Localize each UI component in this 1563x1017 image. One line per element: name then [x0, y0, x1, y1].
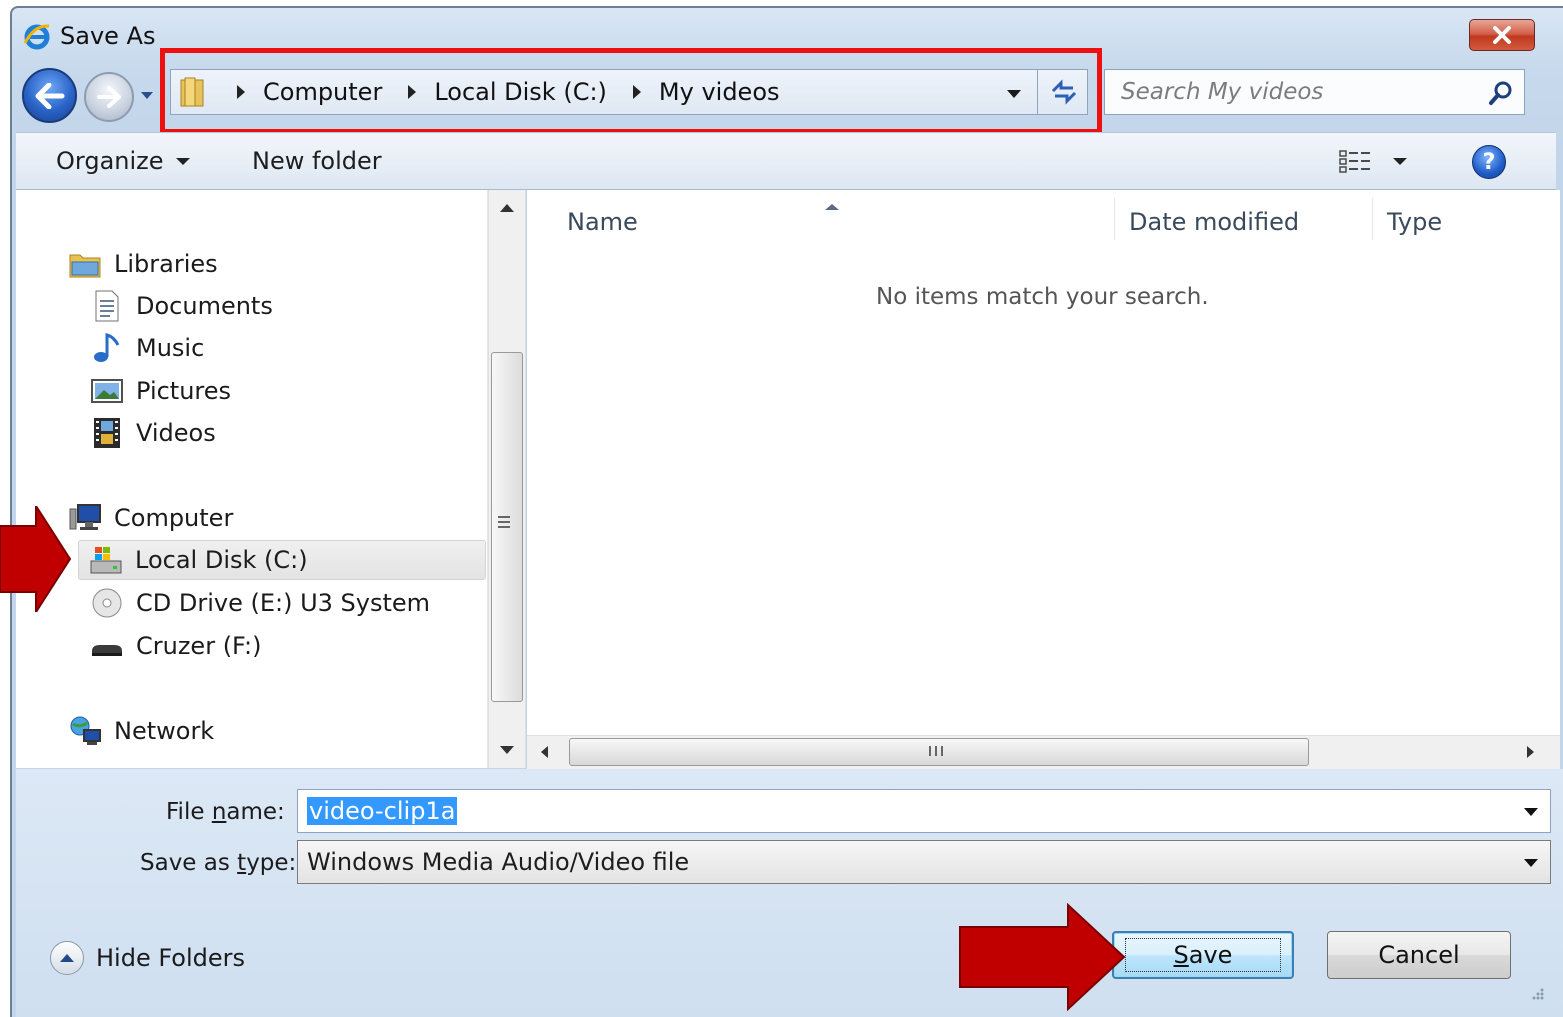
tree-label-local-disk: Local Disk (C:)	[135, 546, 308, 574]
column-header-date-modified[interactable]: Date modified	[1129, 208, 1299, 236]
cd-drive-icon	[92, 588, 122, 618]
save-type-label: Save as type:	[140, 850, 297, 876]
column-divider[interactable]	[1114, 198, 1115, 240]
refresh-button[interactable]	[1037, 70, 1089, 114]
computer-icon	[69, 504, 101, 530]
tree-label-cd-drive: CD Drive (E:) U3 System	[136, 589, 431, 617]
tree-item-cruzer[interactable]: Cruzer (F:)	[90, 626, 261, 666]
tree-item-music[interactable]: Music	[90, 328, 204, 368]
column-header-type[interactable]: Type	[1387, 208, 1442, 236]
tree-item-videos[interactable]: Videos	[90, 413, 216, 453]
tree-item-cd-drive[interactable]: CD Drive (E:) U3 System	[90, 583, 430, 623]
recent-pages-dropdown[interactable]	[141, 92, 153, 99]
file-name-label: File name:	[166, 799, 285, 825]
cancel-button[interactable]: Cancel	[1327, 931, 1511, 979]
internet-explorer-icon	[23, 24, 50, 50]
collapse-arrow-icon	[50, 941, 84, 975]
breadcrumb-separator[interactable]	[632, 85, 641, 99]
tree-label-pictures: Pictures	[136, 377, 232, 405]
search-icon[interactable]	[1488, 80, 1514, 106]
help-icon[interactable]: ?	[1472, 145, 1506, 179]
column-divider[interactable]	[1372, 198, 1373, 240]
film-strip-icon	[94, 418, 120, 448]
column-header-name[interactable]: Name	[567, 208, 638, 236]
chevron-down-icon	[175, 157, 190, 165]
scrollbar-grip	[498, 516, 510, 528]
save-type-value: Windows Media Audio/Video file	[307, 848, 690, 876]
forward-button[interactable]	[84, 72, 134, 122]
address-dropdown[interactable]	[1007, 90, 1021, 98]
search-placeholder: Search My videos	[1121, 79, 1324, 105]
network-icon	[70, 716, 101, 745]
tree-item-documents[interactable]: Documents	[90, 286, 273, 326]
pictures-icon	[91, 379, 123, 403]
hard-drive-icon	[90, 547, 122, 574]
sort-ascending-icon	[825, 204, 839, 210]
usb-drive-icon	[92, 645, 122, 656]
tree-label-computer: Computer	[114, 504, 234, 532]
tree-label-cruzer: Cruzer (F:)	[136, 632, 262, 660]
chevron-down-icon[interactable]	[1524, 859, 1538, 867]
organize-label: Organize	[56, 147, 164, 175]
address-bar[interactable]: Computer Local Disk (C:) My videos	[170, 69, 1088, 115]
file-name-field[interactable]: video-clip1a	[297, 789, 1551, 833]
save-button-label: Save	[1124, 938, 1282, 972]
organize-button[interactable]: Organize	[56, 147, 190, 175]
resize-grip[interactable]	[1526, 986, 1546, 1006]
tree-item-libraries[interactable]: Libraries	[68, 244, 218, 284]
breadcrumb-separator[interactable]	[237, 85, 245, 99]
back-button[interactable]	[22, 68, 77, 123]
breadcrumb-computer[interactable]: Computer	[263, 78, 382, 106]
command-toolbar: Organize New folder ?	[16, 132, 1556, 190]
empty-folder-message: No items match your search.	[876, 284, 1209, 310]
views-dropdown[interactable]	[1393, 158, 1407, 165]
tree-label-libraries: Libraries	[114, 250, 218, 278]
tree-item-computer[interactable]: Computer	[68, 498, 233, 538]
tree-item-local-disk[interactable]: Local Disk (C:)	[78, 540, 486, 580]
tree-label-videos: Videos	[136, 419, 216, 447]
libraries-icon	[69, 254, 101, 278]
tree-label-music: Music	[136, 334, 205, 362]
refresh-icon	[1051, 79, 1076, 105]
tree-label-network: Network	[114, 717, 215, 745]
breadcrumb-local-disk[interactable]: Local Disk (C:)	[434, 78, 607, 106]
scroll-up-arrow[interactable]	[500, 204, 514, 212]
breadcrumb-separator[interactable]	[408, 85, 417, 99]
navigation-pane-scrollbar[interactable]	[488, 190, 526, 768]
file-list: Name Date modified Type No items match y…	[527, 190, 1560, 768]
close-button[interactable]	[1469, 19, 1535, 51]
save-type-select[interactable]: Windows Media Audio/Video file	[297, 840, 1551, 884]
chevron-down-icon[interactable]	[1524, 808, 1538, 816]
folder-icon	[180, 77, 204, 107]
views-icon[interactable]	[1338, 149, 1372, 175]
callout-arrow-local-disk	[0, 506, 72, 612]
music-note-icon	[94, 333, 120, 362]
navigation-pane: Libraries Documents Music Pictures Video…	[16, 190, 488, 768]
scroll-right-arrow[interactable]	[1527, 746, 1534, 758]
title-bar: Save As	[22, 19, 155, 53]
file-list-horizontal-scrollbar[interactable]	[527, 735, 1560, 769]
forward-arrow-icon	[97, 86, 121, 108]
breadcrumb-my-videos[interactable]: My videos	[659, 78, 780, 106]
back-arrow-icon	[35, 82, 64, 109]
close-icon	[1493, 26, 1511, 44]
scroll-left-arrow[interactable]	[541, 746, 548, 758]
tree-label-documents: Documents	[136, 292, 273, 320]
scroll-down-arrow[interactable]	[500, 746, 514, 754]
window-title: Save As	[60, 22, 156, 50]
scrollbar-grip	[929, 746, 943, 756]
callout-arrow-save	[959, 903, 1126, 1011]
search-input[interactable]: Search My videos	[1104, 69, 1525, 115]
hide-folders-label: Hide Folders	[96, 944, 246, 972]
save-button[interactable]: Save	[1112, 931, 1294, 979]
hide-folders-button[interactable]: Hide Folders	[50, 941, 245, 975]
tree-item-pictures[interactable]: Pictures	[90, 371, 231, 411]
document-icon	[95, 290, 119, 322]
save-options-panel: File name: video-clip1a Save as type: Wi…	[16, 769, 1563, 1017]
tree-item-network[interactable]: Network	[68, 711, 214, 751]
new-folder-button[interactable]: New folder	[252, 147, 382, 175]
file-name-value[interactable]: video-clip1a	[307, 797, 458, 825]
